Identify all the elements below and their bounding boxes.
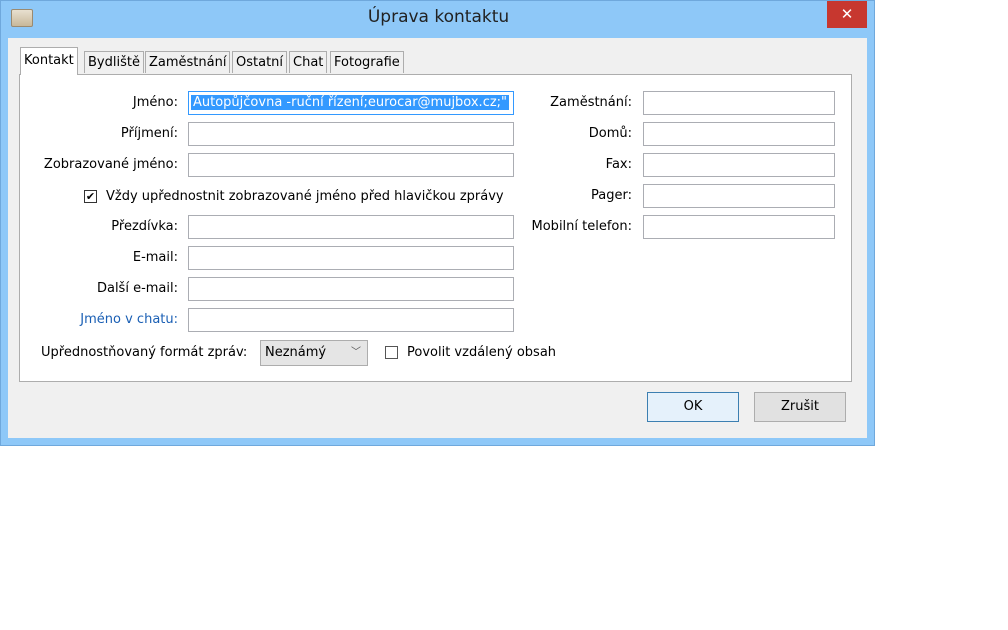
chevron-down-icon: ﹀ — [351, 347, 361, 358]
prefer-display-label: Vždy upřednostnit zobrazované jméno před… — [106, 189, 504, 204]
email2-input[interactable] — [188, 277, 514, 301]
email-input[interactable] — [188, 246, 514, 270]
window-title: Úprava kontaktu — [367, 7, 510, 27]
work-phone-label: Zaměstnání: — [550, 95, 632, 110]
tab-bydliste[interactable]: Bydliště — [84, 51, 144, 73]
tab-kontakt[interactable]: Kontakt — [20, 47, 78, 75]
close-button[interactable]: ✕ — [827, 1, 867, 28]
surname-input[interactable] — [188, 122, 514, 146]
work-phone-input[interactable] — [643, 91, 835, 115]
cancel-button[interactable]: Zrušit — [754, 392, 846, 422]
remote-content-checkbox[interactable] — [385, 346, 398, 359]
format-label: Upřednostňovaný formát zpráv: — [41, 345, 248, 360]
home-phone-input[interactable] — [643, 122, 835, 146]
nickname-label: Přezdívka: — [111, 219, 178, 234]
remote-content-label: Povolit vzdálený obsah — [407, 345, 557, 360]
mobile-input[interactable] — [643, 215, 835, 239]
tab-chat[interactable]: Chat — [289, 51, 328, 73]
home-phone-label: Domů: — [588, 126, 632, 141]
name-label: Jméno: — [132, 95, 178, 110]
mobile-label: Mobilní telefon: — [531, 219, 632, 234]
ok-button[interactable]: OK — [647, 392, 739, 422]
email2-label: Další e-mail: — [96, 281, 178, 296]
pager-label: Pager: — [591, 188, 632, 203]
chat-name-label: Jméno v chatu: — [80, 312, 178, 327]
fax-input[interactable] — [643, 153, 835, 177]
pager-input[interactable] — [643, 184, 835, 208]
fax-label: Fax: — [605, 157, 632, 172]
prefer-display-checkbox[interactable]: ✔ — [84, 190, 97, 203]
format-value: Neznámý — [265, 345, 327, 360]
name-value: Autopůjčovna -ruční řízení;eurocar@mujbo… — [191, 95, 510, 110]
surname-label: Příjmení: — [120, 126, 178, 141]
chat-name-input[interactable] — [188, 308, 514, 332]
email-label: E-mail: — [132, 250, 178, 265]
nickname-input[interactable] — [188, 215, 514, 239]
display-name-label: Zobrazované jméno: — [43, 157, 178, 172]
tab-fotografie[interactable]: Fotografie — [330, 51, 404, 73]
name-input[interactable]: Autopůjčovna -ruční řízení;eurocar@mujbo… — [188, 91, 514, 115]
tab-ostatni[interactable]: Ostatní — [232, 51, 288, 73]
format-select[interactable]: Neznámý ﹀ — [260, 340, 368, 366]
display-name-input[interactable] — [188, 153, 514, 177]
tab-zamestnani[interactable]: Zaměstnání — [145, 51, 231, 73]
